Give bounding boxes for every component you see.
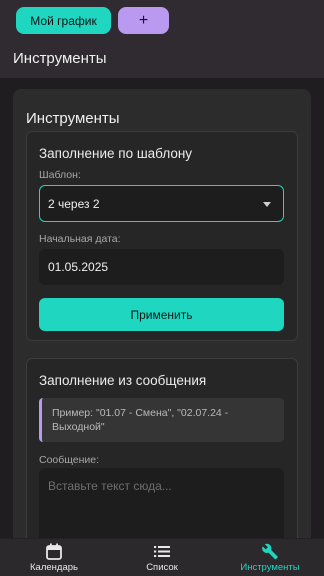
list-icon [154, 546, 170, 557]
start-date-value: 01.05.2025 [48, 260, 109, 274]
message-placeholder: Вставьте текст сюда... [48, 479, 172, 493]
template-fill-card: Заполнение по шаблону Шаблон: 2 через 2 … [26, 131, 298, 341]
panel-title: Инструменты [26, 110, 120, 127]
template-select[interactable]: 2 через 2 [39, 185, 284, 222]
start-date-input[interactable]: 01.05.2025 [39, 249, 284, 285]
nav-item-tools[interactable]: Инструменты [216, 539, 324, 576]
example-hint: Пример: "01.07 - Смена", "02.07.24 - Вых… [39, 398, 284, 442]
top-bar: Мой график + Инструменты [0, 0, 324, 78]
nav-item-list[interactable]: Список [108, 539, 216, 576]
template-card-title: Заполнение по шаблону [39, 146, 193, 161]
message-card-title: Заполнение из сообщения [39, 373, 207, 388]
nav-label-list: Список [146, 562, 178, 573]
wrench-icon [262, 543, 278, 560]
nav-label-tools: Инструменты [240, 562, 300, 573]
calendar-icon [46, 543, 62, 560]
add-button[interactable]: + [118, 7, 169, 34]
message-textarea[interactable]: Вставьте текст сюда... [39, 468, 284, 538]
nav-label-calendar: Календарь [30, 562, 78, 573]
start-date-label: Начальная дата: [39, 233, 121, 245]
bottom-navigation: Календарь Список Инструменты [0, 538, 324, 576]
main-content[interactable]: Инструменты Заполнение по шаблону Шаблон… [0, 78, 324, 538]
message-fill-card: Заполнение из сообщения Пример: "01.07 -… [26, 358, 298, 538]
template-label: Шаблон: [39, 169, 81, 181]
my-schedule-button[interactable]: Мой график [16, 7, 111, 34]
page-title: Инструменты [13, 50, 107, 67]
dropdown-arrow-icon [263, 202, 271, 207]
template-select-value: 2 через 2 [48, 197, 100, 211]
message-label: Сообщение: [39, 454, 100, 466]
nav-item-calendar[interactable]: Календарь [0, 539, 108, 576]
tools-panel: Инструменты Заполнение по шаблону Шаблон… [13, 89, 311, 538]
apply-button[interactable]: Применить [39, 298, 284, 331]
